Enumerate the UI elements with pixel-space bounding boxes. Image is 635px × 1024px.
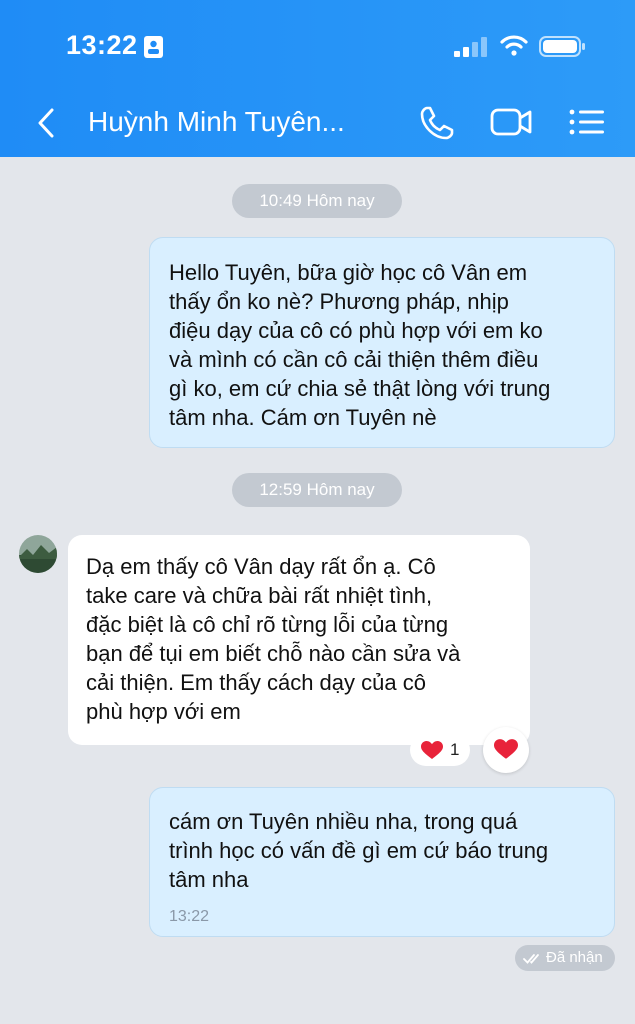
chat-nav-bar: Huỳnh Minh Tuyên...	[0, 92, 635, 154]
heart-icon	[421, 741, 443, 759]
reaction-count: 1	[450, 740, 460, 759]
battery-icon	[539, 36, 585, 57]
outgoing-message[interactable]: cám ơn Tuyên nhiều nha, trong quá trình …	[149, 787, 615, 937]
message-line: điệu dạy của cô có phù hợp với em ko	[169, 318, 543, 343]
message-line: và mình có cần cô cải thiện thêm điều	[169, 347, 539, 372]
message-line: cám ơn Tuyên nhiều nha, trong quá	[169, 809, 518, 834]
contact-avatar[interactable]	[19, 535, 57, 573]
message-line: trình học có vấn đề gì em cứ báo trung	[169, 838, 549, 863]
message-time: 13:22	[169, 908, 210, 925]
outgoing-message[interactable]: Hello Tuyên, bữa giờ học cô Vân em thấy …	[149, 237, 615, 448]
double-check-icon	[523, 954, 539, 964]
header: 13:22 Huỳnh Minh Tuyên...	[0, 0, 635, 157]
incoming-message[interactable]: Dạ em thấy cô Vân dạy rất ổn ạ. Cô take …	[68, 535, 530, 745]
status-bar: 13:22	[0, 0, 635, 90]
wifi-icon	[500, 35, 528, 56]
react-button[interactable]	[483, 727, 529, 773]
chat-area: 10:49 Hôm nay Hello Tuyên, bữa giờ học c…	[0, 157, 635, 1024]
delivery-status: Đã nhận	[515, 945, 615, 971]
delivery-status-label: Đã nhận	[546, 949, 603, 966]
message-line: cải thiện. Em thấy cách dạy của cô	[86, 670, 426, 695]
message-line: đặc biệt là cô chỉ rõ từng lỗi của từng	[86, 612, 449, 637]
timestamp-pill: 12:59 Hôm nay	[232, 473, 402, 507]
heart-icon	[494, 739, 518, 759]
message-line: tâm nha	[169, 867, 249, 892]
video-call-icon[interactable]	[490, 106, 532, 138]
back-chevron-icon[interactable]	[34, 106, 58, 140]
id-card-icon	[144, 36, 163, 58]
message-line: take care và chữa bài rất nhiệt tình,	[86, 583, 433, 608]
message-line: phù hợp với em	[86, 699, 241, 724]
timestamp-pill: 10:49 Hôm nay	[232, 184, 402, 218]
message-line: Hello Tuyên, bữa giờ học cô Vân em	[169, 260, 528, 285]
avatar-image	[19, 535, 57, 573]
cellular-signal-icon	[454, 37, 487, 57]
message-line: thấy ổn ko nè? Phương pháp, nhịp	[169, 289, 509, 314]
status-time: 13:22	[66, 30, 138, 60]
message-line: bạn để tụi em biết chỗ nào cần sửa và	[86, 641, 461, 666]
menu-list-icon[interactable]	[569, 108, 605, 136]
contact-name[interactable]: Huỳnh Minh Tuyên...	[88, 106, 345, 138]
phone-call-icon[interactable]	[418, 104, 456, 142]
reaction-summary[interactable]: 1	[410, 734, 470, 766]
message-line: Dạ em thấy cô Vân dạy rất ổn ạ. Cô	[86, 554, 436, 579]
message-line: tâm nha. Cám ơn Tuyên nè	[169, 405, 437, 430]
message-line: gì ko, em cứ chia sẻ thật lòng với trung	[169, 376, 551, 401]
